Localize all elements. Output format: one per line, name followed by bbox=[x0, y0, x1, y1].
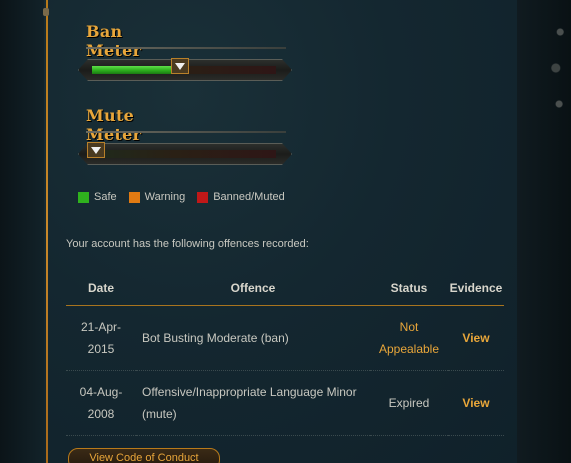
offence-status: Not Appealable bbox=[370, 305, 448, 371]
ornament-decoration bbox=[547, 8, 569, 128]
warning-swatch-icon bbox=[128, 191, 140, 203]
banned-swatch-icon bbox=[197, 191, 209, 203]
left-background bbox=[0, 0, 44, 463]
ban-meter-title: Ban Meter bbox=[86, 22, 142, 60]
offences-table: Date Offence Status Evidence 21-Apr-2015… bbox=[66, 272, 504, 436]
safe-swatch-icon bbox=[78, 191, 89, 203]
offence-name: Offensive/Inappropriate Language Minor (… bbox=[136, 370, 370, 436]
header-evidence: Evidence bbox=[448, 272, 504, 306]
mute-meter-title: Mute Meter bbox=[86, 106, 142, 144]
panel-border bbox=[46, 0, 48, 463]
view-code-of-conduct-button[interactable]: View Code of Conduct bbox=[68, 448, 220, 463]
legend-item-warning: Warning bbox=[128, 191, 186, 203]
mute-meter-rule bbox=[86, 131, 286, 133]
offence-date: 04-Aug-2008 bbox=[66, 370, 136, 436]
table-row: 21-Apr-2015 Bot Busting Moderate (ban) N… bbox=[66, 305, 504, 371]
legend-item-safe: Safe bbox=[78, 191, 117, 203]
header-offence: Offence bbox=[136, 272, 370, 306]
legend-label: Safe bbox=[94, 191, 117, 203]
mute-meter-marker-icon bbox=[87, 142, 105, 158]
evidence-view-link[interactable]: View bbox=[448, 305, 504, 371]
ban-meter-fill bbox=[92, 66, 180, 74]
offence-name: Bot Busting Moderate (ban) bbox=[136, 305, 370, 371]
right-background bbox=[517, 0, 571, 463]
legend-item-banned-muted: Banned/Muted bbox=[197, 191, 285, 203]
offence-status: Expired bbox=[370, 370, 448, 436]
ban-meter-track bbox=[92, 58, 276, 74]
meter-legend: Safe Warning Banned/Muted bbox=[78, 191, 285, 203]
legend-label: Warning bbox=[144, 191, 186, 203]
table-row: 04-Aug-2008 Offensive/Inappropriate Lang… bbox=[66, 370, 504, 436]
ban-meter-rule bbox=[86, 47, 286, 49]
evidence-view-link[interactable]: View bbox=[448, 370, 504, 436]
offences-intro-text: Your account has the following offences … bbox=[66, 238, 309, 250]
ban-meter-marker-icon bbox=[171, 58, 189, 74]
panel-rivet bbox=[43, 8, 49, 16]
legend-label: Banned/Muted bbox=[213, 191, 285, 203]
header-status: Status bbox=[370, 272, 448, 306]
table-header-row: Date Offence Status Evidence bbox=[66, 272, 504, 306]
header-date: Date bbox=[66, 272, 136, 306]
offence-date: 21-Apr-2015 bbox=[66, 305, 136, 371]
mute-meter-track bbox=[87, 142, 276, 158]
